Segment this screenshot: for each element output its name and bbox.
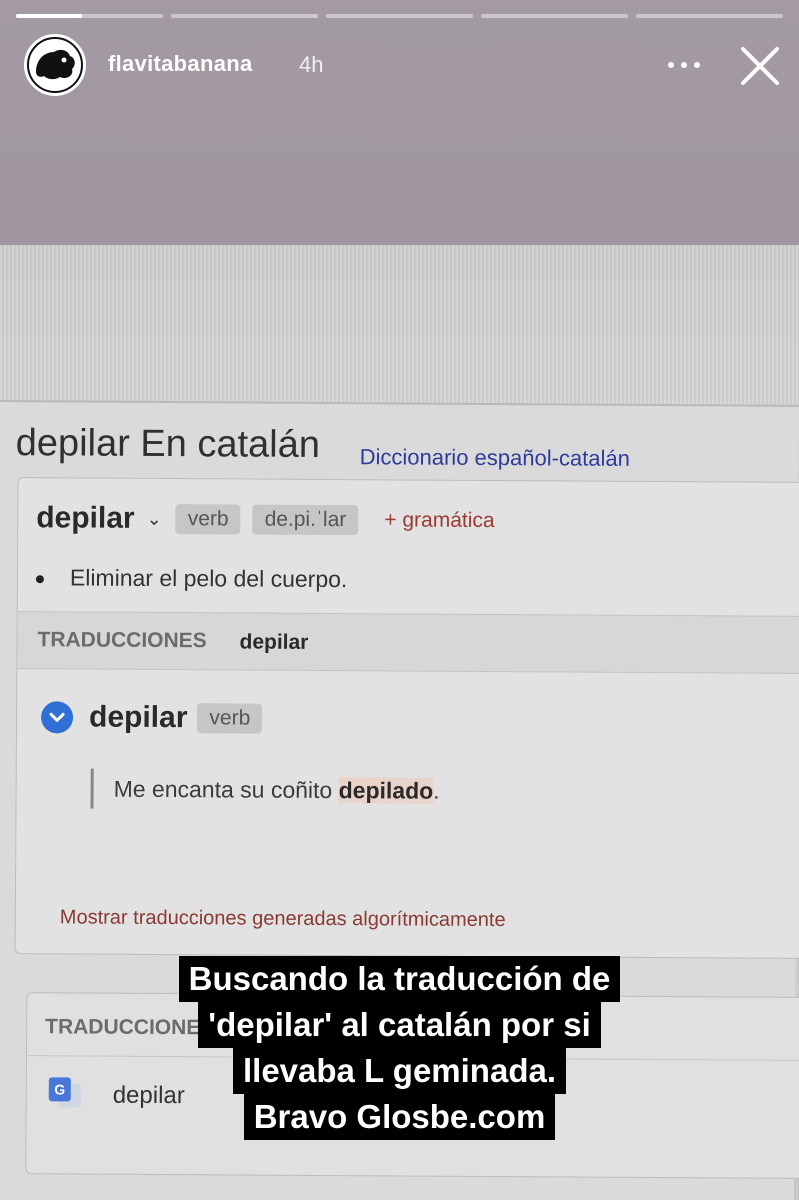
caption-line: Buscando la traducción de — [178, 956, 621, 1002]
show-algorithmic-translations-link[interactable]: Mostrar traducciones generadas algorítmi… — [60, 906, 506, 932]
check-circle-icon[interactable] — [40, 701, 74, 734]
translations-header: TRADUCCIONES depilar — [17, 611, 799, 674]
syllabification-tag: de.pi.ˈlar — [252, 504, 359, 536]
grammar-link[interactable]: + gramática — [384, 508, 494, 533]
definition-text: Eliminar el pelo del cuerpo. — [69, 564, 348, 593]
entry-card: depilar ⌄ verb de.pi.ˈlar + gramática El… — [14, 477, 799, 959]
translations-word: depilar — [239, 630, 309, 654]
story-viewer: flavitabanana 4h depilar En catalán Dicc… — [0, 0, 799, 1200]
example-highlight: depilado — [338, 777, 434, 804]
example-sentence: Me encanta su coñito depilado. — [90, 768, 440, 811]
example-text: Me encanta su coñito — [113, 775, 339, 804]
definition: Eliminar el pelo del cuerpo. — [35, 564, 348, 593]
story-username[interactable]: flavitabanana — [108, 51, 253, 77]
translation-word: depilar — [88, 700, 188, 735]
headword: depilar — [36, 501, 135, 535]
close-icon[interactable] — [738, 44, 782, 88]
translation-pos-tag: verb — [197, 703, 263, 734]
page-subtitle-link[interactable]: Diccionario español-catalán — [360, 444, 630, 472]
caption-line: llevaba L geminada. — [232, 1048, 567, 1094]
page-title: depilar En catalán — [15, 422, 321, 466]
bullet-icon — [35, 575, 44, 584]
progress-segment — [481, 14, 628, 18]
story-caption: Buscando la traducción de 'depilar' al c… — [0, 956, 799, 1140]
progress-segment — [171, 14, 318, 18]
translations-label: TRADUCCIONES — [37, 628, 207, 653]
translation-item[interactable]: depilar verb — [40, 700, 274, 735]
caption-line: 'depilar' al catalán por si — [198, 1002, 601, 1048]
avatar[interactable] — [24, 34, 86, 96]
progress-segment — [16, 14, 163, 18]
avatar-logo-icon — [27, 37, 83, 93]
progress-segment — [326, 14, 473, 18]
pos-tag: verb — [175, 504, 241, 535]
story-time-ago: 4h — [299, 52, 324, 77]
progress-fill — [16, 14, 83, 18]
chevron-down-icon[interactable]: ⌄ — [147, 508, 162, 529]
story-progress-bar — [16, 14, 783, 18]
example-end: . — [433, 777, 440, 804]
progress-segment — [636, 14, 783, 18]
headword-row: depilar ⌄ verb de.pi.ˈlar + gramática — [36, 498, 495, 541]
caption-line: Bravo Glosbe.com — [243, 1094, 556, 1140]
more-icon[interactable] — [664, 50, 704, 80]
